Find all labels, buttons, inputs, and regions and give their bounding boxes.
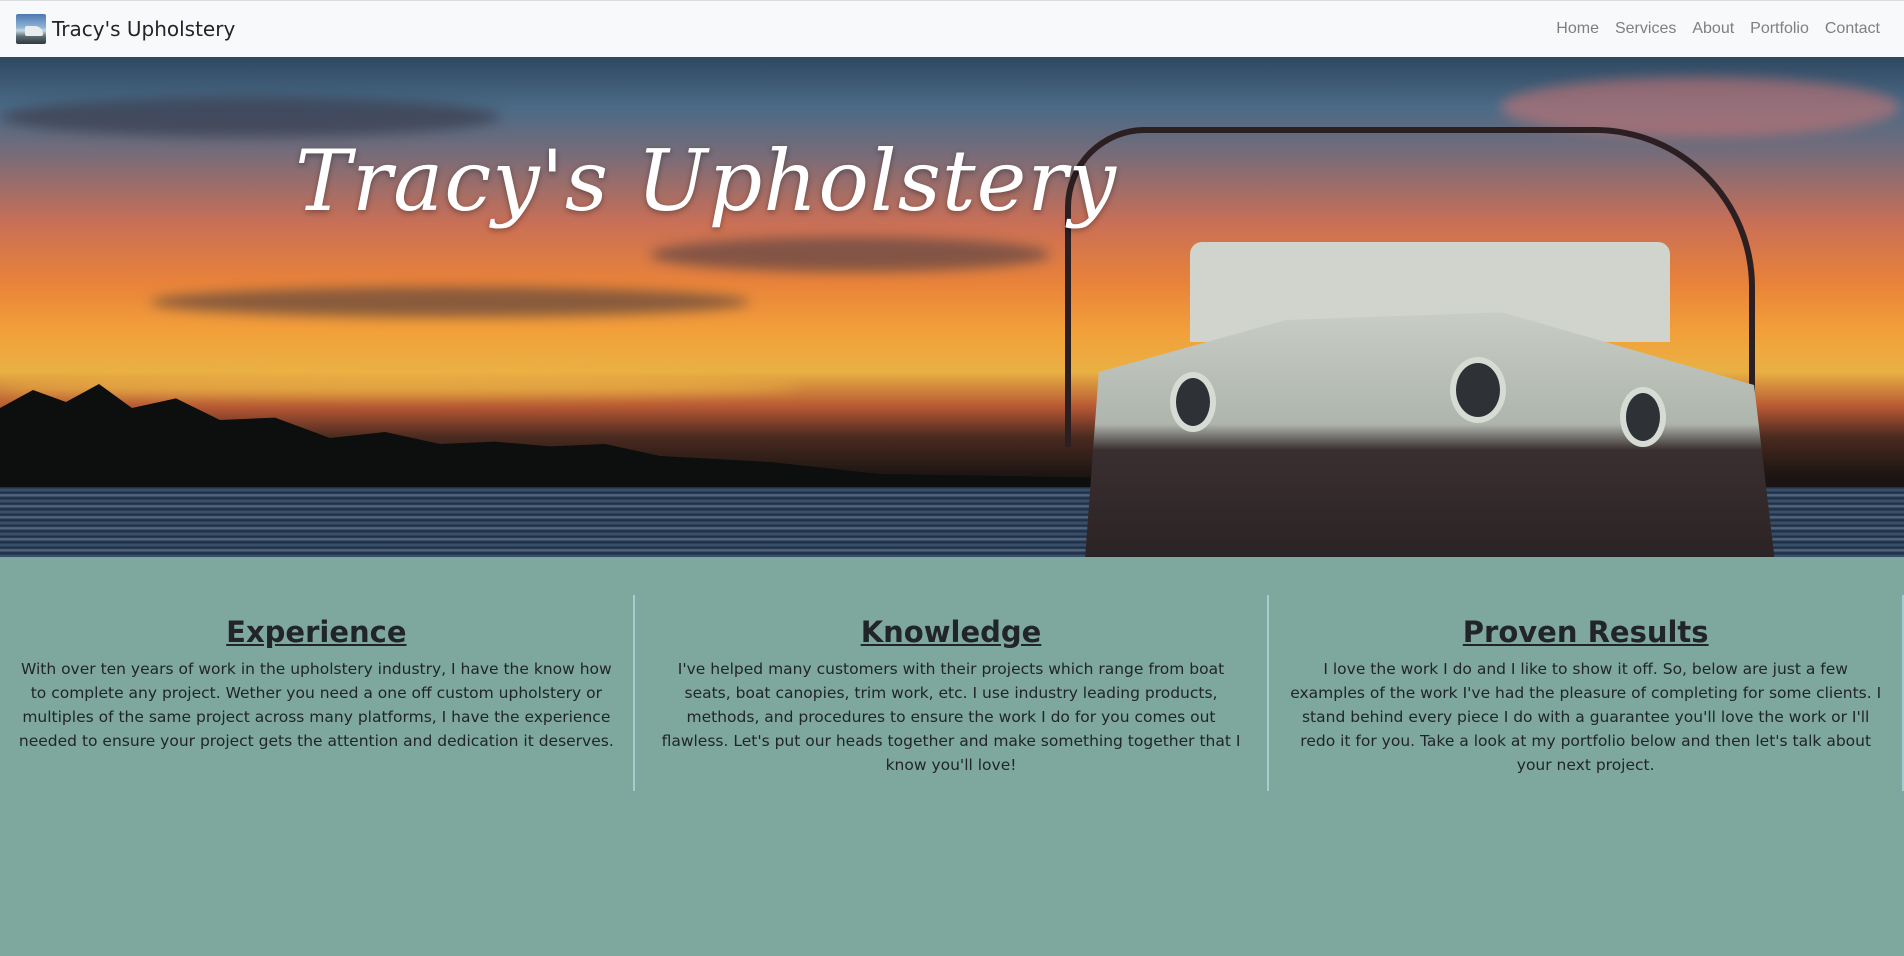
boat-porthole [1450,357,1506,423]
nav-link-home[interactable]: Home [1548,20,1607,38]
feature-text: With over ten years of work in the uphol… [18,660,614,750]
feature-proven-results: Proven Results I love the work I do and … [1269,595,1904,791]
hero-cloud [0,377,800,397]
hero-cloud [650,237,1050,272]
brand-name: Tracy's Upholstery [52,17,236,41]
nav-link-portfolio[interactable]: Portfolio [1742,20,1817,38]
boat-porthole [1620,387,1666,447]
features-section: Experience With over ten years of work i… [0,595,1904,791]
feature-text: I've helped many customers with their pr… [661,660,1241,774]
hero-banner: Tracy's Upholstery [0,57,1904,557]
feature-text: I love the work I do and I like to show … [1290,660,1882,774]
nav-link-services[interactable]: Services [1607,20,1684,38]
brand-logo-icon [16,14,46,44]
nav-links: Home Services About Portfolio Contact [1548,20,1888,38]
hero-title: Tracy's Upholstery [295,132,1117,230]
nav-link-contact[interactable]: Contact [1817,20,1888,38]
hero-cloud [0,97,500,137]
brand-link[interactable]: Tracy's Upholstery [16,14,235,44]
feature-heading: Proven Results [1462,615,1709,649]
feature-heading: Experience [226,615,407,649]
navbar: Tracy's Upholstery Home Services About P… [0,0,1904,57]
feature-heading: Knowledge [860,615,1042,649]
nav-link-about[interactable]: About [1684,20,1742,38]
boat-porthole [1170,372,1216,432]
hero-cloud [150,287,750,317]
feature-experience: Experience With over ten years of work i… [0,595,635,791]
feature-knowledge: Knowledge I've helped many customers wit… [635,595,1270,791]
